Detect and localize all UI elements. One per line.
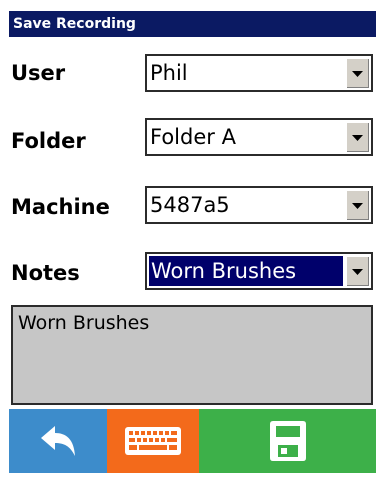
folder-dropdown-value: Folder A xyxy=(150,125,236,149)
chevron-down-icon xyxy=(352,203,363,209)
back-button[interactable] xyxy=(9,409,107,473)
folder-dropdown[interactable]: Folder A xyxy=(145,118,373,156)
dialog-title: Save Recording xyxy=(9,11,376,37)
machine-dropdown-button[interactable] xyxy=(346,190,369,220)
save-recording-dialog: Save Recording User Phil Folder Folder A… xyxy=(9,11,376,473)
back-arrow-icon xyxy=(41,426,75,456)
user-label: User xyxy=(11,61,66,85)
notes-dropdown-button[interactable] xyxy=(346,256,369,286)
keyboard-button[interactable] xyxy=(107,409,199,473)
folder-dropdown-button[interactable] xyxy=(346,122,369,152)
keyboard-icon xyxy=(125,427,181,455)
floppy-disk-icon xyxy=(270,421,306,461)
chevron-down-icon xyxy=(352,269,363,275)
user-dropdown-button[interactable] xyxy=(346,58,369,88)
user-dropdown-value: Phil xyxy=(150,61,188,85)
notes-dropdown[interactable]: Worn Brushes xyxy=(145,252,373,290)
notes-dropdown-value: Worn Brushes xyxy=(149,256,343,286)
bottom-toolbar xyxy=(9,409,376,473)
notes-textarea[interactable]: Worn Brushes xyxy=(11,305,373,405)
machine-dropdown[interactable]: 5487a5 xyxy=(145,186,373,224)
user-dropdown[interactable]: Phil xyxy=(145,54,373,92)
folder-label: Folder xyxy=(11,129,86,153)
chevron-down-icon xyxy=(352,71,363,77)
machine-label: Machine xyxy=(11,195,110,219)
notes-label: Notes xyxy=(11,261,80,285)
save-button[interactable] xyxy=(199,409,376,473)
chevron-down-icon xyxy=(352,135,363,141)
machine-dropdown-value: 5487a5 xyxy=(150,193,230,217)
